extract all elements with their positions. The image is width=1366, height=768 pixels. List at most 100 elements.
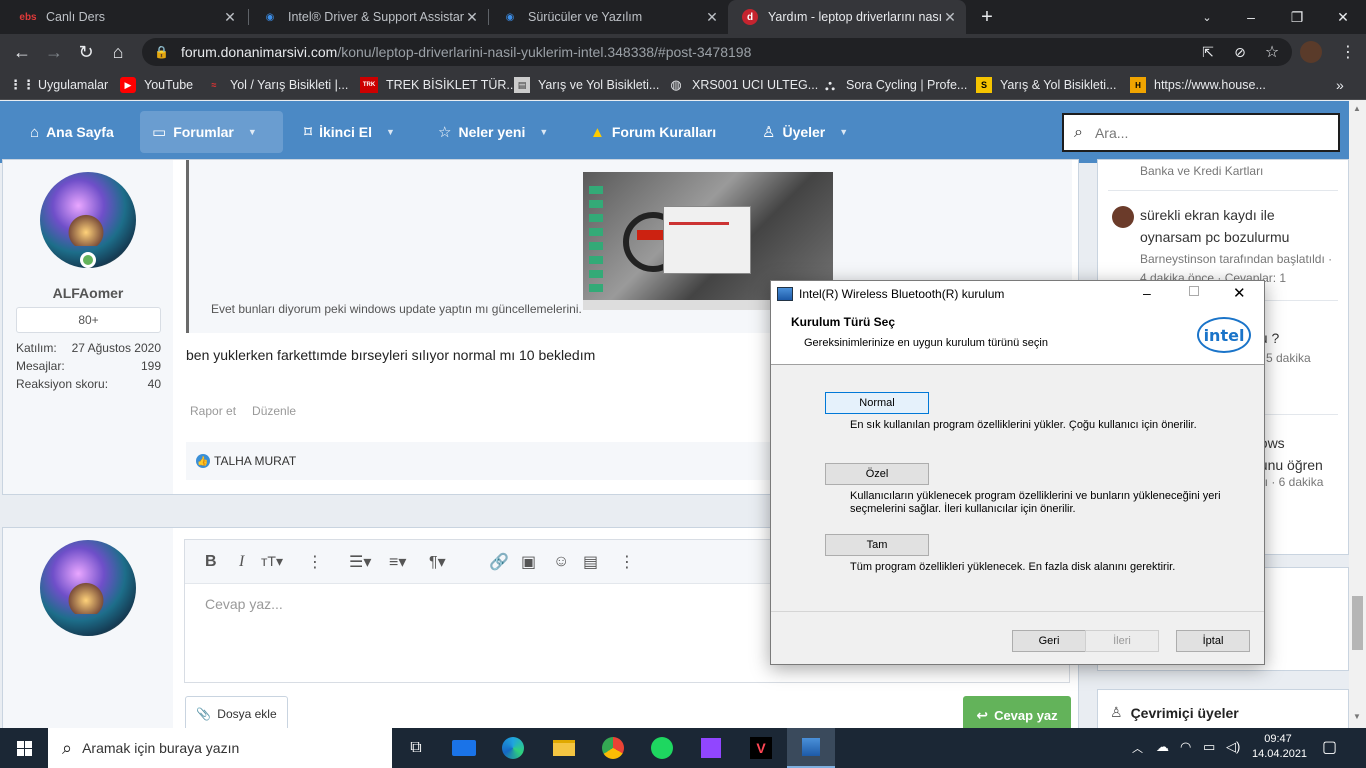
scroll-down-icon[interactable]: ▼ <box>1353 712 1361 721</box>
custom-setup-button[interactable]: Özel <box>825 463 929 485</box>
next-button[interactable]: İleri <box>1085 630 1159 652</box>
back-icon[interactable]: ← <box>10 40 34 64</box>
home-icon[interactable]: ⌂ <box>106 40 130 64</box>
cancel-button[interactable]: İptal <box>1176 630 1250 652</box>
bold-icon[interactable]: B <box>205 553 217 571</box>
dialog-close-icon[interactable]: ✕ <box>1233 284 1246 302</box>
address-bar[interactable]: 🔒 forum.donanimarsivi.com/konu/leptop-dr… <box>142 38 1292 66</box>
eye-off-icon[interactable]: ⊘ <box>1228 40 1252 64</box>
url-domain: forum.donanimarsivi.com <box>180 44 338 60</box>
edge-icon[interactable] <box>489 728 537 768</box>
nav-whats-new[interactable]: ☆ Neler yeni ▼ <box>426 111 560 153</box>
bookmark-youtube[interactable]: ▶ YouTube <box>120 70 193 100</box>
bookmark-star-icon[interactable]: ☆ <box>1260 40 1284 64</box>
nav-label: İkinci El <box>319 124 373 140</box>
link-icon[interactable]: 🔗 <box>489 552 509 572</box>
mail-icon[interactable] <box>440 728 488 768</box>
bookmark-sora[interactable]: ⛬ Sora Cycling | Profe... <box>822 70 967 100</box>
tab-suruculer[interactable]: ◉ Sürücüler ve Yazılım ✕ <box>488 0 728 34</box>
bookmark-trek[interactable]: TRK TREK BİSİKLET TÜR... <box>360 70 517 100</box>
list-icon[interactable]: ☰▾ <box>349 552 371 572</box>
more-text-icon[interactable]: ⋮ <box>307 552 323 572</box>
nav-rules[interactable]: ▲ Forum Kuralları <box>578 111 728 153</box>
report-link[interactable]: Rapor et <box>190 404 236 418</box>
scrollbar-thumb[interactable] <box>1352 596 1363 650</box>
tab-search-icon[interactable]: ⌄ <box>1184 0 1230 34</box>
installer-task-icon[interactable] <box>787 728 835 768</box>
chevron-down-icon[interactable]: ▼ <box>539 127 548 137</box>
nav-forums[interactable]: ▭ Forumlar ▼ <box>140 111 283 153</box>
close-tab-icon[interactable]: ✕ <box>942 9 958 26</box>
minimize-icon[interactable]: – <box>1228 0 1274 34</box>
image-icon[interactable]: ▣ <box>521 552 536 572</box>
align-icon[interactable]: ≡▾ <box>389 552 406 572</box>
media-icon[interactable]: ▤ <box>583 552 598 572</box>
chevron-down-icon[interactable]: ▼ <box>248 127 257 137</box>
nav-home[interactable]: ⌂ Ana Sayfa <box>18 111 126 153</box>
nav-members[interactable]: ♙ Üyeler ▼ <box>750 111 860 153</box>
open-external-icon[interactable]: ⇱ <box>1196 40 1220 64</box>
back-button[interactable]: Geri <box>1012 630 1086 652</box>
forward-icon[interactable]: → <box>42 40 66 64</box>
page-scrollbar[interactable]: ▲ ▼ <box>1349 100 1366 728</box>
edit-link[interactable]: Düzenle <box>252 404 296 418</box>
close-tab-icon[interactable]: ✕ <box>704 9 720 26</box>
dialog-minimize-icon[interactable]: – <box>1143 285 1151 301</box>
task-view-icon[interactable]: ⧉ <box>392 728 440 768</box>
reload-icon[interactable]: ↻ <box>74 40 98 64</box>
bookmark-yaris-yol[interactable]: S Yarış & Yol Bisikleti... <box>976 70 1117 100</box>
menu-dots-icon[interactable]: ⋮ <box>1336 40 1360 64</box>
new-tab-icon[interactable]: + <box>976 6 998 28</box>
wifi-icon[interactable]: ◠ <box>1180 739 1191 755</box>
bookmark-label: https://www.house... <box>1154 78 1266 92</box>
spotify-icon[interactable] <box>638 728 686 768</box>
smiley-icon[interactable]: ☺ <box>553 553 569 571</box>
file-explorer-icon[interactable] <box>540 728 588 768</box>
username[interactable]: ALFAomer <box>3 285 173 301</box>
bookmark-yaris[interactable]: ▤ Yarış ve Yol Bisikleti... <box>514 70 659 100</box>
valorant-icon[interactable]: V <box>737 728 785 768</box>
chrome-icon[interactable] <box>589 728 637 768</box>
bookmark-label: Yarış & Yol Bisikleti... <box>1000 78 1117 92</box>
avatar[interactable] <box>1112 206 1134 228</box>
restore-icon[interactable]: ❐ <box>1274 0 1320 34</box>
tab-canli-ders[interactable]: ebs Canlı Ders ✕ <box>6 0 246 34</box>
tab-yardim[interactable]: d Yardım - leptop driverlarını nasıl y ✕ <box>728 0 966 34</box>
attach-file-button[interactable]: 📎 Dosya ekle <box>185 696 288 732</box>
thread-title-link[interactable]: sürekli ekran kaydı ile oynarsam pc bozu… <box>1140 204 1289 248</box>
battery-icon[interactable]: ▭ <box>1203 739 1215 755</box>
paragraph-icon[interactable]: ¶▾ <box>429 552 446 572</box>
nav-second-hand[interactable]: ⌑ İkinci El ▼ <box>292 111 407 153</box>
scroll-up-icon[interactable]: ▲ <box>1353 104 1361 113</box>
reply-textarea[interactable]: Cevap yaz... <box>205 596 283 612</box>
cloud-icon[interactable]: ☁ <box>1156 739 1169 755</box>
text-size-icon[interactable]: тT▾ <box>261 553 283 570</box>
volume-icon[interactable]: ◁) <box>1226 739 1240 755</box>
notifications-icon[interactable]: ▢ <box>1322 737 1337 757</box>
close-tab-icon[interactable]: ✕ <box>464 9 480 26</box>
taskbar-search-box[interactable]: ⌕ Aramak için buraya yazın <box>48 728 392 768</box>
close-tab-icon[interactable]: ✕ <box>222 9 238 26</box>
more-insert-icon[interactable]: ⋮ <box>619 552 635 572</box>
tab-title: Sürücüler ve Yazılım <box>528 10 643 24</box>
tab-intel-dsa[interactable]: ◉ Intel® Driver & Support Assistan ✕ <box>248 0 488 34</box>
profile-avatar[interactable] <box>1300 41 1322 63</box>
bookmark-yol[interactable]: ≈ Yol / Yarış Bisikleti |... <box>206 70 349 100</box>
chevron-down-icon[interactable]: ▼ <box>386 127 395 137</box>
bookmark-house[interactable]: Hhttps://www.house... <box>1130 70 1266 100</box>
italic-icon[interactable]: I <box>239 553 244 571</box>
full-setup-button[interactable]: Tam <box>825 534 929 556</box>
twitch-icon[interactable] <box>687 728 735 768</box>
close-window-icon[interactable]: ✕ <box>1320 0 1366 34</box>
bookmarks-overflow-icon[interactable]: » <box>1336 70 1344 100</box>
bookmark-apps[interactable]: ⋮⋮ Uygulamalar <box>9 70 108 100</box>
start-windows-icon[interactable] <box>0 728 48 768</box>
clock[interactable]: 09:47 14.04.2021 <box>1252 732 1307 762</box>
bookmark-xrs001[interactable]: ◍ XRS001 UCI ULTEG... <box>668 70 818 100</box>
forum-search-input[interactable]: ⌕ Ara... <box>1062 113 1340 152</box>
reaction-user-link[interactable]: TALHA MURAT <box>214 454 296 468</box>
nav-label: Forum Kuralları <box>611 124 717 140</box>
chevron-down-icon[interactable]: ▼ <box>839 127 848 137</box>
normal-setup-button[interactable]: Normal <box>825 392 929 414</box>
tray-chevron-up-icon[interactable]: ︿ <box>1132 740 1143 756</box>
